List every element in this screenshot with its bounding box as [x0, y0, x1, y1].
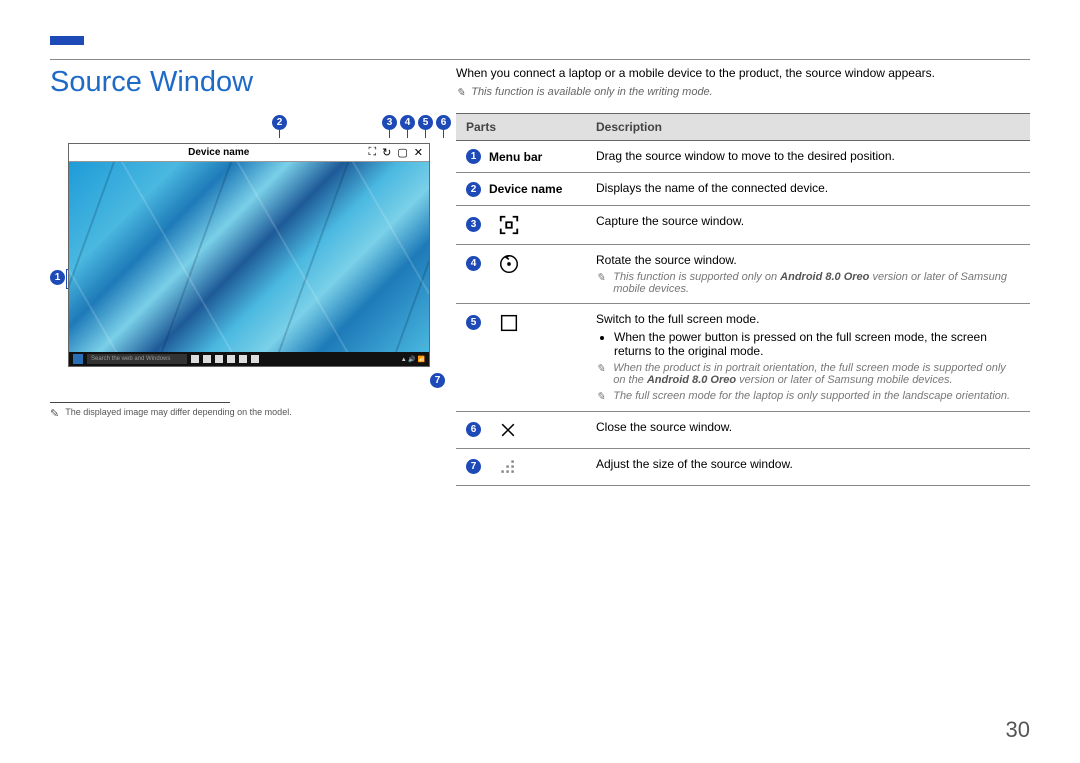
pen-icon: ✎ — [596, 390, 605, 403]
footnote: ✎ The displayed image may differ dependi… — [50, 407, 430, 420]
close-icon: ✕ — [414, 146, 423, 159]
col-parts: Parts — [456, 114, 586, 141]
pen-icon: ✎ — [50, 407, 59, 420]
pen-icon: ✎ — [596, 362, 605, 386]
callout-4: 4 — [400, 115, 415, 130]
callout-3: 3 — [382, 115, 397, 130]
windows-taskbar: Search the web and Windows ▲ 🔊 📶 — [69, 352, 429, 366]
fullscreen-icon — [498, 312, 520, 334]
table-row: 1Menu bar Drag the source window to move… — [456, 141, 1030, 173]
intro-note: ✎ This function is available only in the… — [456, 86, 1030, 99]
menu-bar: Device name ⛶ ↻ ▢ ✕ — [69, 144, 429, 162]
pen-icon: ✎ — [596, 271, 605, 295]
header-rule — [50, 59, 1030, 60]
rotate-icon — [498, 253, 520, 275]
windows-start-icon — [73, 354, 83, 364]
page-title: Source Window — [50, 66, 430, 99]
device-screen: ⋰ — [69, 162, 429, 352]
device-name-label: Device name — [69, 147, 368, 158]
resize-icon — [498, 457, 518, 477]
callout-7: 7 — [430, 373, 445, 388]
table-row: 2Device name Displays the name of the co… — [456, 173, 1030, 205]
footnote-rule — [50, 402, 230, 403]
table-row: 4 Rotate the source window. ✎This functi… — [456, 244, 1030, 303]
taskbar-search: Search the web and Windows — [87, 354, 187, 364]
close-icon — [498, 420, 518, 440]
callout-1: 1 — [50, 270, 65, 285]
rotate-icon: ↻ — [382, 146, 391, 159]
parts-table: Parts Description 1Menu bar Drag the sou… — [456, 113, 1030, 486]
resize-handle-icon: ⋰ — [418, 339, 427, 350]
table-row: 5 Switch to the full screen mode. When t… — [456, 303, 1030, 411]
taskbar-tray: ▲ 🔊 📶 — [401, 356, 425, 363]
fullscreen-icon: ▢ — [397, 146, 407, 159]
table-row: 7 Adjust the size of the source window. — [456, 448, 1030, 485]
callout-2: 2 — [272, 115, 287, 130]
col-desc: Description — [586, 114, 1030, 141]
callout-5: 5 — [418, 115, 433, 130]
capture-icon — [498, 214, 520, 236]
intro-text: When you connect a laptop or a mobile de… — [456, 66, 1030, 80]
source-window-mock: Device name ⛶ ↻ ▢ ✕ ⋰ Search the web and… — [68, 143, 430, 367]
capture-icon: ⛶ — [368, 146, 376, 159]
pen-icon: ✎ — [456, 86, 465, 99]
header-accent — [50, 36, 84, 45]
page-number: 30 — [1006, 717, 1030, 743]
callout-6: 6 — [436, 115, 451, 130]
table-row: 3 Capture the source window. — [456, 205, 1030, 244]
table-row: 6 Close the source window. — [456, 411, 1030, 448]
callouts-top: 2 3 4 5 6 — [98, 115, 430, 139]
